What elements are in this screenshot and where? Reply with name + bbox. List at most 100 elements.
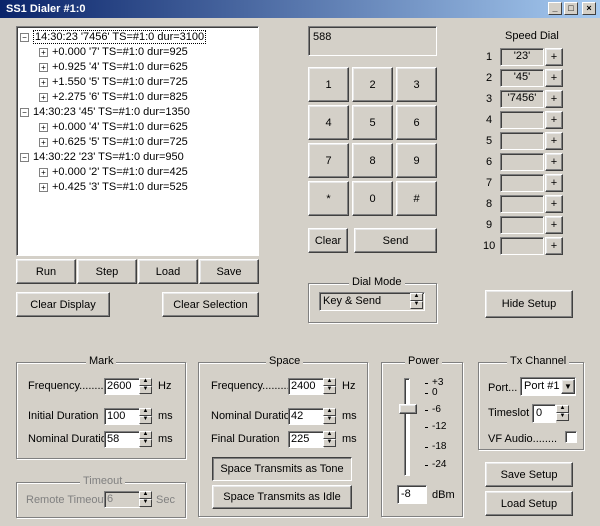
remote-timeout-input[interactable]: 6	[104, 491, 140, 508]
speed-dial-add-button[interactable]: +	[545, 111, 563, 129]
keypad-key[interactable]: 7	[308, 143, 349, 178]
dial-mode-spinner-icon[interactable]: ▲ ▼	[410, 293, 423, 309]
mark-nominal-spinner-icon[interactable]: ▲ ▼	[139, 431, 152, 447]
step-button[interactable]: Step	[77, 259, 137, 284]
timeslot-spinner-icon[interactable]: ▲ ▼	[556, 405, 569, 421]
tree-child-item[interactable]: + +0.000 '7' TS=#1:0 dur=925	[39, 45, 188, 60]
power-input[interactable]: -8	[397, 485, 427, 504]
speed-dial-number: 3	[486, 93, 493, 105]
keypad-key[interactable]: 4	[308, 105, 349, 140]
clear-button[interactable]: Clear	[308, 228, 348, 253]
vf-audio-checkbox[interactable]	[565, 431, 577, 443]
speed-dial-slot[interactable]	[500, 216, 544, 234]
expand-icon[interactable]: +	[39, 92, 48, 102]
speed-dial-add-button[interactable]: +	[545, 132, 563, 150]
tree-group-item[interactable]: −14:30:23 '7456' TS=#1:0 dur=3100	[20, 30, 207, 45]
timeslot-input[interactable]: 0	[532, 404, 556, 423]
maximize-icon[interactable]: □	[564, 2, 578, 15]
space-frequency-input[interactable]: 2400	[288, 378, 324, 395]
space-final-spinner-icon[interactable]: ▲ ▼	[323, 431, 336, 447]
space-nominal-input[interactable]: 42	[288, 408, 324, 425]
keypad-key[interactable]: 1	[308, 67, 349, 102]
speed-dial-slot[interactable]: '23'	[500, 48, 544, 66]
expand-icon[interactable]: +	[39, 62, 48, 72]
call-log-tree[interactable]: −14:30:23 '7456' TS=#1:0 dur=3100 + +0.000…	[16, 26, 259, 256]
tree-child-item[interactable]: + +0.425 '3' TS=#1:0 dur=525	[39, 180, 188, 195]
speed-dial-slot[interactable]	[500, 111, 544, 129]
dial-display-text: 588	[313, 31, 332, 43]
space-final-input[interactable]: 225	[288, 431, 324, 448]
keypad-key[interactable]: 6	[396, 105, 437, 140]
speed-dial-add-button[interactable]: +	[545, 216, 563, 234]
keypad-key[interactable]: 5	[352, 105, 393, 140]
speed-dial-add-button[interactable]: +	[545, 90, 563, 108]
tree-child-label: +2.275 '6' TS=#1:0 dur=825	[52, 91, 188, 103]
run-button[interactable]: Run	[16, 259, 76, 284]
speed-dial-add-button[interactable]: +	[545, 69, 563, 87]
expand-icon[interactable]: +	[39, 122, 48, 132]
speed-dial-slot[interactable]	[500, 195, 544, 213]
speed-dial-add-button[interactable]: +	[545, 237, 563, 255]
keypad-key[interactable]: 9	[396, 143, 437, 178]
expand-icon[interactable]: +	[39, 182, 48, 192]
space-idle-button[interactable]: Space Transmits as Idle	[212, 485, 352, 509]
save-setup-button[interactable]: Save Setup	[485, 462, 573, 487]
expand-icon[interactable]: +	[39, 167, 48, 177]
clear-selection-button[interactable]: Clear Selection	[162, 292, 259, 317]
remote-timeout-label: Remote Timeout	[26, 494, 107, 506]
tree-child-item[interactable]: + +0.625 '5' TS=#1:0 dur=725	[39, 135, 188, 150]
mark-frequency-input[interactable]: 2600	[104, 378, 140, 395]
space-tone-button[interactable]: Space Transmits as Tone	[212, 457, 352, 481]
keypad-key[interactable]: 0	[352, 181, 393, 216]
speed-dial-slot[interactable]	[500, 153, 544, 171]
speed-dial-slot[interactable]	[500, 174, 544, 192]
send-button[interactable]: Send	[354, 228, 437, 253]
keypad-key[interactable]: 2	[352, 67, 393, 102]
load-setup-button[interactable]: Load Setup	[485, 491, 573, 516]
mark-frequency-unit: Hz	[158, 380, 172, 392]
load-button[interactable]: Load	[138, 259, 198, 284]
space-frequency-spinner-icon[interactable]: ▲ ▼	[323, 378, 336, 394]
expand-icon[interactable]: +	[39, 77, 48, 87]
power-slider-thumb[interactable]	[399, 404, 417, 415]
tree-group-item[interactable]: −14:30:22 '23' TS=#1:0 dur=950	[20, 150, 184, 165]
save-button[interactable]: Save	[199, 259, 259, 284]
keypad-key[interactable]: #	[396, 181, 437, 216]
tx-channel-title: Tx Channel	[507, 355, 570, 367]
speed-dial-add-button[interactable]: +	[545, 174, 563, 192]
speed-dial-add-button[interactable]: +	[545, 153, 563, 171]
tree-child-item[interactable]: + +0.000 '4' TS=#1:0 dur=625	[39, 120, 188, 135]
minimize-icon[interactable]: _	[548, 2, 562, 15]
chevron-down-icon[interactable]: ▼	[561, 379, 575, 394]
collapse-icon[interactable]: −	[20, 152, 29, 162]
collapse-icon[interactable]: −	[20, 107, 29, 117]
tree-child-item[interactable]: + +0.000 '2' TS=#1:0 dur=425	[39, 165, 188, 180]
space-nominal-spinner-icon[interactable]: ▲ ▼	[323, 408, 336, 424]
mark-frequency-spinner-icon[interactable]: ▲ ▼	[139, 378, 152, 394]
keypad-key[interactable]: 3	[396, 67, 437, 102]
mark-initial-spinner-icon[interactable]: ▲ ▼	[139, 408, 152, 424]
mark-nominal-input[interactable]: 58	[104, 431, 140, 448]
close-icon[interactable]: ×	[582, 2, 596, 15]
tree-child-item[interactable]: + +2.275 '6' TS=#1:0 dur=825	[39, 90, 188, 105]
clear-display-button[interactable]: Clear Display	[16, 292, 110, 317]
speed-dial-slot[interactable]	[500, 237, 544, 255]
tree-group-item[interactable]: −14:30:23 '45' TS=#1:0 dur=1350	[20, 105, 190, 120]
tree-child-item[interactable]: + +0.925 '4' TS=#1:0 dur=625	[39, 60, 188, 75]
hide-setup-button[interactable]: Hide Setup	[485, 290, 573, 318]
tree-child-item[interactable]: + +1.550 '5' TS=#1:0 dur=725	[39, 75, 188, 90]
expand-icon[interactable]: +	[39, 137, 48, 147]
speed-dial-slot[interactable]: '45'	[500, 69, 544, 87]
mark-initial-input[interactable]: 100	[104, 408, 140, 425]
collapse-icon[interactable]: −	[20, 32, 29, 42]
keypad-key[interactable]: 8	[352, 143, 393, 178]
expand-icon[interactable]: +	[39, 47, 48, 57]
keypad-key[interactable]: *	[308, 181, 349, 216]
power-tick-mark	[425, 447, 428, 448]
speed-dial-add-button[interactable]: +	[545, 48, 563, 66]
speed-dial-title: Speed Dial	[505, 30, 559, 42]
speed-dial-slot[interactable]	[500, 132, 544, 150]
speed-dial-slot[interactable]: '7456'	[500, 90, 544, 108]
speed-dial-add-button[interactable]: +	[545, 195, 563, 213]
remote-timeout-spinner-icon[interactable]: ▲ ▼	[139, 491, 152, 507]
